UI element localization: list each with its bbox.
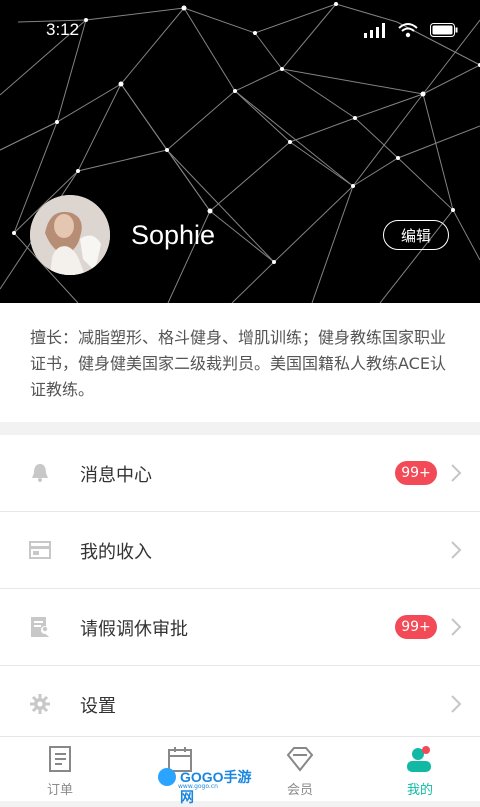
status-time: 3:12 [46,20,80,39]
diamond-icon [286,747,314,772]
avatar-image [30,195,110,275]
document-person-icon [31,617,49,637]
order-icon [49,746,71,772]
menu-label: 我的收入 [80,542,152,563]
tab-orders[interactable]: 订单 [0,737,120,801]
wifi-icon [398,23,418,38]
gear-icon [30,694,50,714]
watermark-icon [158,768,176,786]
badge: 99+ [395,615,437,639]
menu-item-my-income[interactable]: 我的收入 [0,512,480,589]
menu-item-settings[interactable]: 设置 [0,666,480,743]
profile-icon [407,746,431,772]
bio-text: 擅长：减脂塑形、格斗健身、增肌训练；健身教练国家职业证书，健身健美国家二级裁判员… [30,328,447,399]
signal-icon [364,22,385,38]
tab-members[interactable]: 会员 [240,737,360,801]
status-bar: 3:12 [0,0,480,60]
card-icon [29,541,51,559]
tab-mine[interactable]: 我的 [360,737,480,801]
edit-button[interactable]: 编辑 [383,220,449,250]
watermark-logo: GOGO手游网 www.gogo.cn [156,766,256,805]
menu-item-leave-approval[interactable]: 请假调休审批 99+ [0,589,480,666]
chevron-right-icon [451,541,462,559]
profile-name: Sophie [131,220,216,250]
tab-label: 我的 [406,783,433,798]
menu-list: 消息中心 99+ 我的收入 请假调休审批 99+ 设置 [0,435,480,743]
menu-label: 设置 [80,696,116,717]
chevron-right-icon [451,695,462,713]
tab-label: 会员 [286,783,313,798]
badge: 99+ [395,461,437,485]
chevron-right-icon [451,464,462,482]
menu-item-message-center[interactable]: 消息中心 99+ [0,435,480,512]
avatar[interactable] [30,195,110,275]
watermark-subtitle: www.gogo.cn [178,783,218,790]
bell-icon [32,464,48,482]
menu-label: 消息中心 [80,465,152,486]
menu-label: 请假调休审批 [80,619,188,640]
battery-icon [430,23,458,37]
bio-panel: 擅长：减脂塑形、格斗健身、增肌训练；健身教练国家职业证书，健身健美国家二级裁判员… [0,303,480,422]
tab-label: 订单 [46,783,73,798]
chevron-right-icon [451,618,462,636]
